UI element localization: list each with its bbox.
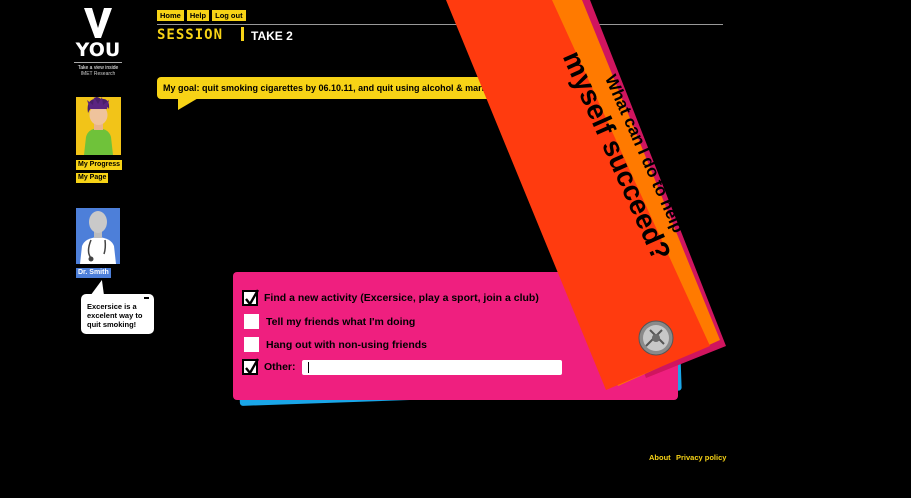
option-row-other: Other: [242, 358, 296, 376]
flag-question-line1: What can I do to help [601, 72, 688, 236]
v-logo-icon [84, 8, 112, 38]
bubble-close-icon[interactable] [144, 297, 149, 299]
doctor-label: Dr. Smith [76, 268, 111, 278]
option-label-activity[interactable]: Find a new activity (Excersice, play a s… [264, 292, 539, 304]
session-label: SESSION [157, 27, 224, 43]
option-label-other[interactable]: Other: [264, 361, 296, 373]
checkbox-activity[interactable] [242, 289, 260, 307]
user-avatar[interactable] [76, 97, 121, 155]
checkmark-icon [245, 358, 260, 376]
doctor-avatar-icon [76, 208, 120, 264]
option-label-nonusing[interactable]: Hang out with non-using friends [266, 339, 427, 351]
flag-stack: What can I do to help myself succeed? [446, 0, 726, 390]
option-row-friends: Tell my friends what I'm doing [242, 314, 415, 329]
other-text-input[interactable] [302, 360, 562, 375]
my-progress-link[interactable]: My Progress [76, 160, 123, 170]
checkmark-icon [245, 289, 260, 307]
doctor-avatar[interactable] [76, 208, 120, 264]
logout-link[interactable]: Log out [212, 10, 246, 21]
help-link[interactable]: Help [186, 10, 210, 21]
take-label: TAKE 2 [251, 29, 293, 43]
logo-rule [74, 62, 122, 63]
checkbox-friends[interactable] [244, 314, 259, 329]
logo: YOU Take a view inside IMET Research [72, 8, 124, 78]
logo-org: IMET Research [80, 71, 116, 77]
text-caret [308, 362, 309, 373]
privacy-link[interactable]: Privacy policy [676, 453, 726, 462]
about-link[interactable]: About [649, 453, 671, 462]
user-avatar-icon [76, 97, 121, 155]
doctor-bubble-text: Excersice is a excelent way to quit smok… [87, 302, 143, 329]
session-separator [241, 27, 244, 41]
checkbox-other[interactable] [242, 358, 260, 376]
my-page-link[interactable]: My Page [76, 173, 109, 183]
logo-word: YOU [75, 39, 121, 61]
option-row-nonusing: Hang out with non-using friends [242, 337, 427, 352]
option-label-friends[interactable]: Tell my friends what I'm doing [266, 316, 415, 328]
checkbox-nonusing[interactable] [244, 337, 259, 352]
goal-banner: My goal: quit smoking cigarettes by 06.1… [157, 77, 527, 99]
top-nav: Home Help Log out [157, 10, 246, 21]
doctor-speech-bubble: Excersice is a excelent way to quit smok… [81, 294, 154, 334]
flag-question-line2: myself succeed? [557, 46, 677, 265]
header-divider [157, 24, 723, 25]
home-link[interactable]: Home [157, 10, 184, 21]
goal-banner-tail [178, 97, 200, 110]
option-row-activity: Find a new activity (Excersice, play a s… [242, 289, 539, 307]
